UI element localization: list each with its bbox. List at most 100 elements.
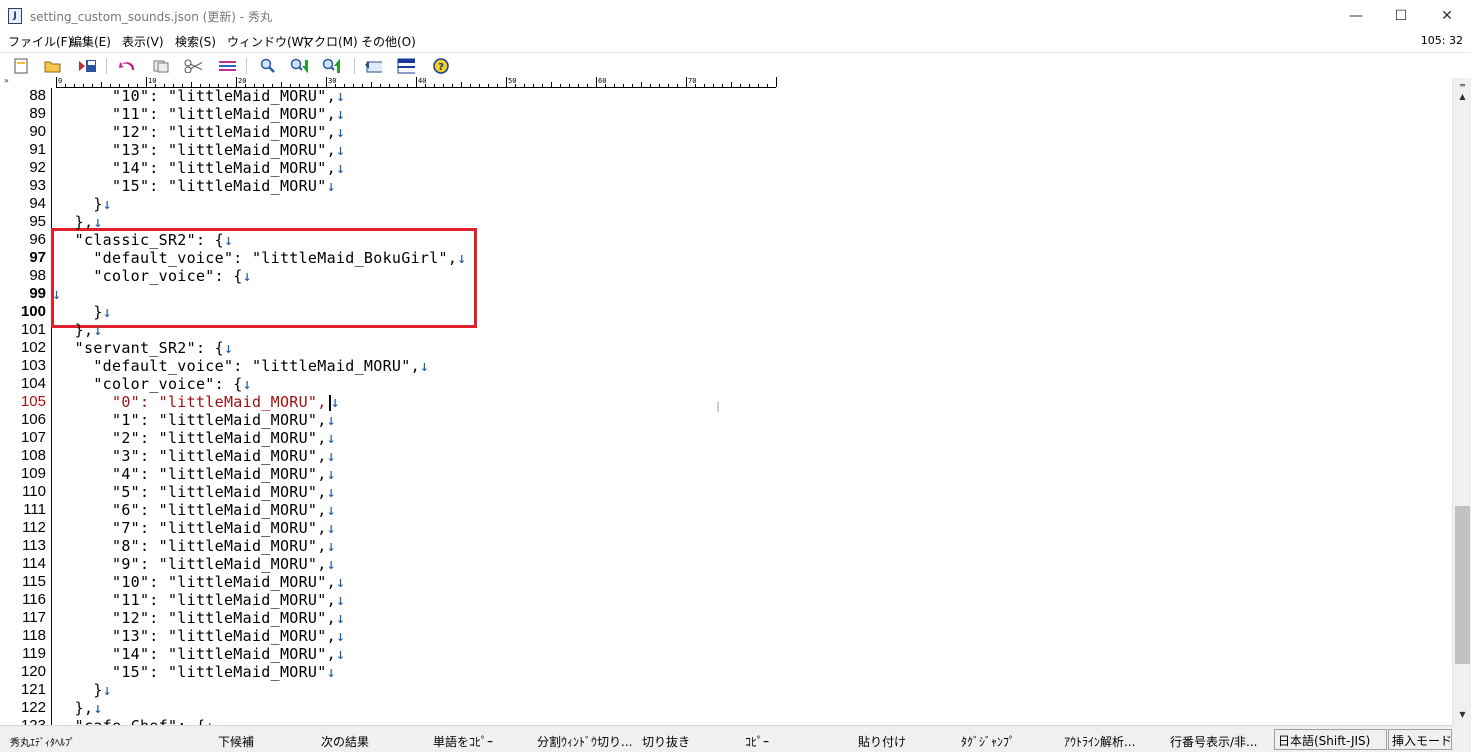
code-content: } xyxy=(56,681,103,699)
new-file-icon[interactable] xyxy=(12,57,30,75)
line-number: 115 xyxy=(22,573,46,590)
code-text: "10": "littleMaid_MORU",↓ xyxy=(56,573,345,591)
fkey-copy-word[interactable]: 単語をｺﾋﾟｰ xyxy=(433,733,493,750)
undo-icon[interactable] xyxy=(118,57,136,75)
search-up-icon[interactable] xyxy=(322,57,340,75)
code-text: }↓ xyxy=(56,195,112,213)
window-title: setting_custom_sounds.json (更新) - 秀丸 xyxy=(30,10,272,24)
encoding-indicator[interactable]: 日本語(Shift-JIS) xyxy=(1274,729,1387,750)
fkey-line-numbers[interactable]: 行番号表示/非... xyxy=(1170,733,1258,750)
newline-marker-icon: ↓ xyxy=(102,681,112,699)
scroll-down-icon[interactable]: ▼ xyxy=(1456,710,1469,722)
ruler-tick xyxy=(137,84,138,87)
help-icon[interactable]: ? xyxy=(432,57,450,75)
fkey-outline[interactable]: ｱｳﾄﾗｲﾝ解析... xyxy=(1064,733,1135,750)
fkey-copy[interactable]: ｺﾋﾟｰ xyxy=(745,733,769,750)
ruler-label: 0 xyxy=(58,77,63,85)
code-text: "5": "littleMaid_MORU",↓ xyxy=(56,483,336,501)
code-text: "15": "littleMaid_MORU"↓ xyxy=(56,177,336,195)
menu-macro[interactable]: マクロ(M) xyxy=(302,33,358,50)
ruler-tick xyxy=(425,84,426,87)
scroll-thumb[interactable] xyxy=(1455,506,1470,664)
code-text: "classic_SR2": {↓ xyxy=(56,231,233,249)
menu-search[interactable]: 検索(S) xyxy=(175,33,216,50)
ruler-row: » 0 10 20 30 40 50 60 70 xyxy=(0,76,1452,88)
code-text: "default_voice": "littleMaid_BokuGirl",↓ xyxy=(56,249,467,267)
code-content: "10": "littleMaid_MORU", xyxy=(56,88,336,105)
ruler-tick xyxy=(560,84,561,87)
editor-area[interactable]: I 88 "10": "littleMaid_MORU",↓ 89 "11": "… xyxy=(0,88,1452,725)
code-content: }, xyxy=(56,321,94,339)
scrollbar-corner xyxy=(1452,725,1471,752)
line-number: 108 xyxy=(20,447,46,464)
fkey-tag-jump[interactable]: ﾀｸﾞｼﾞｬﾝﾌﾟ xyxy=(961,733,1015,750)
menu-other[interactable]: その他(O) xyxy=(361,33,416,50)
fkey-next-result[interactable]: 次の結果 xyxy=(321,733,369,750)
line-number: 89 xyxy=(29,105,46,122)
code-text: "0": "littleMaid_MORU", ↓ xyxy=(56,393,340,411)
ruler-tick xyxy=(677,84,678,87)
fkey-split-window[interactable]: 分割ｳｨﾝﾄﾞｳ切り... xyxy=(537,733,632,750)
code-content: "12": "littleMaid_MORU", xyxy=(56,123,336,141)
newline-marker-icon: ↓ xyxy=(205,717,214,725)
code-content: "11": "littleMaid_MORU", xyxy=(56,591,336,609)
line-number: 120 xyxy=(20,663,46,680)
ruler-tick xyxy=(200,84,201,87)
ruler-tick xyxy=(65,84,66,87)
menu-file[interactable]: ファイル(F) xyxy=(8,33,72,50)
ruler-tick xyxy=(650,84,651,87)
code-content: "7": "littleMaid_MORU", xyxy=(56,519,327,537)
ruler-tick xyxy=(434,84,435,87)
ruler-tick xyxy=(110,84,111,87)
ruler-tick xyxy=(209,84,210,87)
line-number: 105 xyxy=(20,393,46,410)
code-text: ↓ xyxy=(52,285,61,303)
open-folder-icon[interactable] xyxy=(44,57,62,75)
line-number: 100 xyxy=(20,303,46,320)
newline-marker-icon: ↓ xyxy=(326,663,336,681)
cursor-position: 105: 32 xyxy=(1420,34,1463,47)
code-content: "cafe_Chef": { xyxy=(56,717,205,725)
search-down-icon[interactable] xyxy=(290,57,308,75)
ruler-chevron[interactable]: » xyxy=(4,76,9,85)
line-number: 91 xyxy=(29,141,46,158)
ruler-tick xyxy=(371,82,372,87)
ruler-tick xyxy=(632,84,633,87)
search-icon[interactable] xyxy=(259,57,277,75)
ruler-tick xyxy=(524,84,525,87)
fkey-next-candidate[interactable]: 下候補 xyxy=(218,733,254,750)
code-content: "0": "littleMaid_MORU", xyxy=(56,393,327,411)
line-number: 109 xyxy=(20,465,46,482)
close-button[interactable]: ✕ xyxy=(1424,0,1470,31)
line-number: 122 xyxy=(20,699,46,716)
menu-window[interactable]: ウィンドウ(W) xyxy=(227,33,308,50)
line-number: 116 xyxy=(22,591,46,608)
copy-icon[interactable] xyxy=(152,57,170,75)
scroll-up-icon[interactable]: ▲ xyxy=(1456,92,1469,104)
input-mode-indicator: 挿入モード xyxy=(1388,729,1452,750)
menu-view[interactable]: 表示(V) xyxy=(122,33,164,50)
fkey-help[interactable]: 秀丸ｴﾃﾞｨﾀﾍﾙﾌﾟ xyxy=(10,734,75,749)
ruler-tick xyxy=(326,77,327,87)
newline-marker-icon: ↓ xyxy=(335,159,346,177)
ruler-tick xyxy=(119,84,120,87)
cut-icon[interactable] xyxy=(184,57,202,75)
code-content: "14": "littleMaid_MORU", xyxy=(56,645,336,663)
maximize-button[interactable]: ☐ xyxy=(1378,0,1424,31)
fkey-cut[interactable]: 切り抜き xyxy=(642,733,690,750)
fkey-paste[interactable]: 貼り付け xyxy=(858,733,906,750)
window-icon[interactable] xyxy=(364,57,382,75)
ruler-tick xyxy=(380,84,381,87)
vertical-scrollbar[interactable]: ═ ▲ ▼ xyxy=(1452,78,1471,725)
ruler-tick xyxy=(488,84,489,87)
save-icon[interactable] xyxy=(78,57,96,75)
code-text: }↓ xyxy=(56,303,112,321)
minimize-button[interactable]: — xyxy=(1333,0,1379,31)
paste-icon[interactable] xyxy=(218,57,236,75)
split-window-icon[interactable] xyxy=(397,57,415,75)
ruler-tick xyxy=(623,84,624,87)
menu-edit[interactable]: 編集(E) xyxy=(70,33,111,50)
ruler-tick xyxy=(173,84,174,87)
ruler-tick xyxy=(596,77,597,87)
code-content: "servant_SR2": { xyxy=(56,339,224,357)
